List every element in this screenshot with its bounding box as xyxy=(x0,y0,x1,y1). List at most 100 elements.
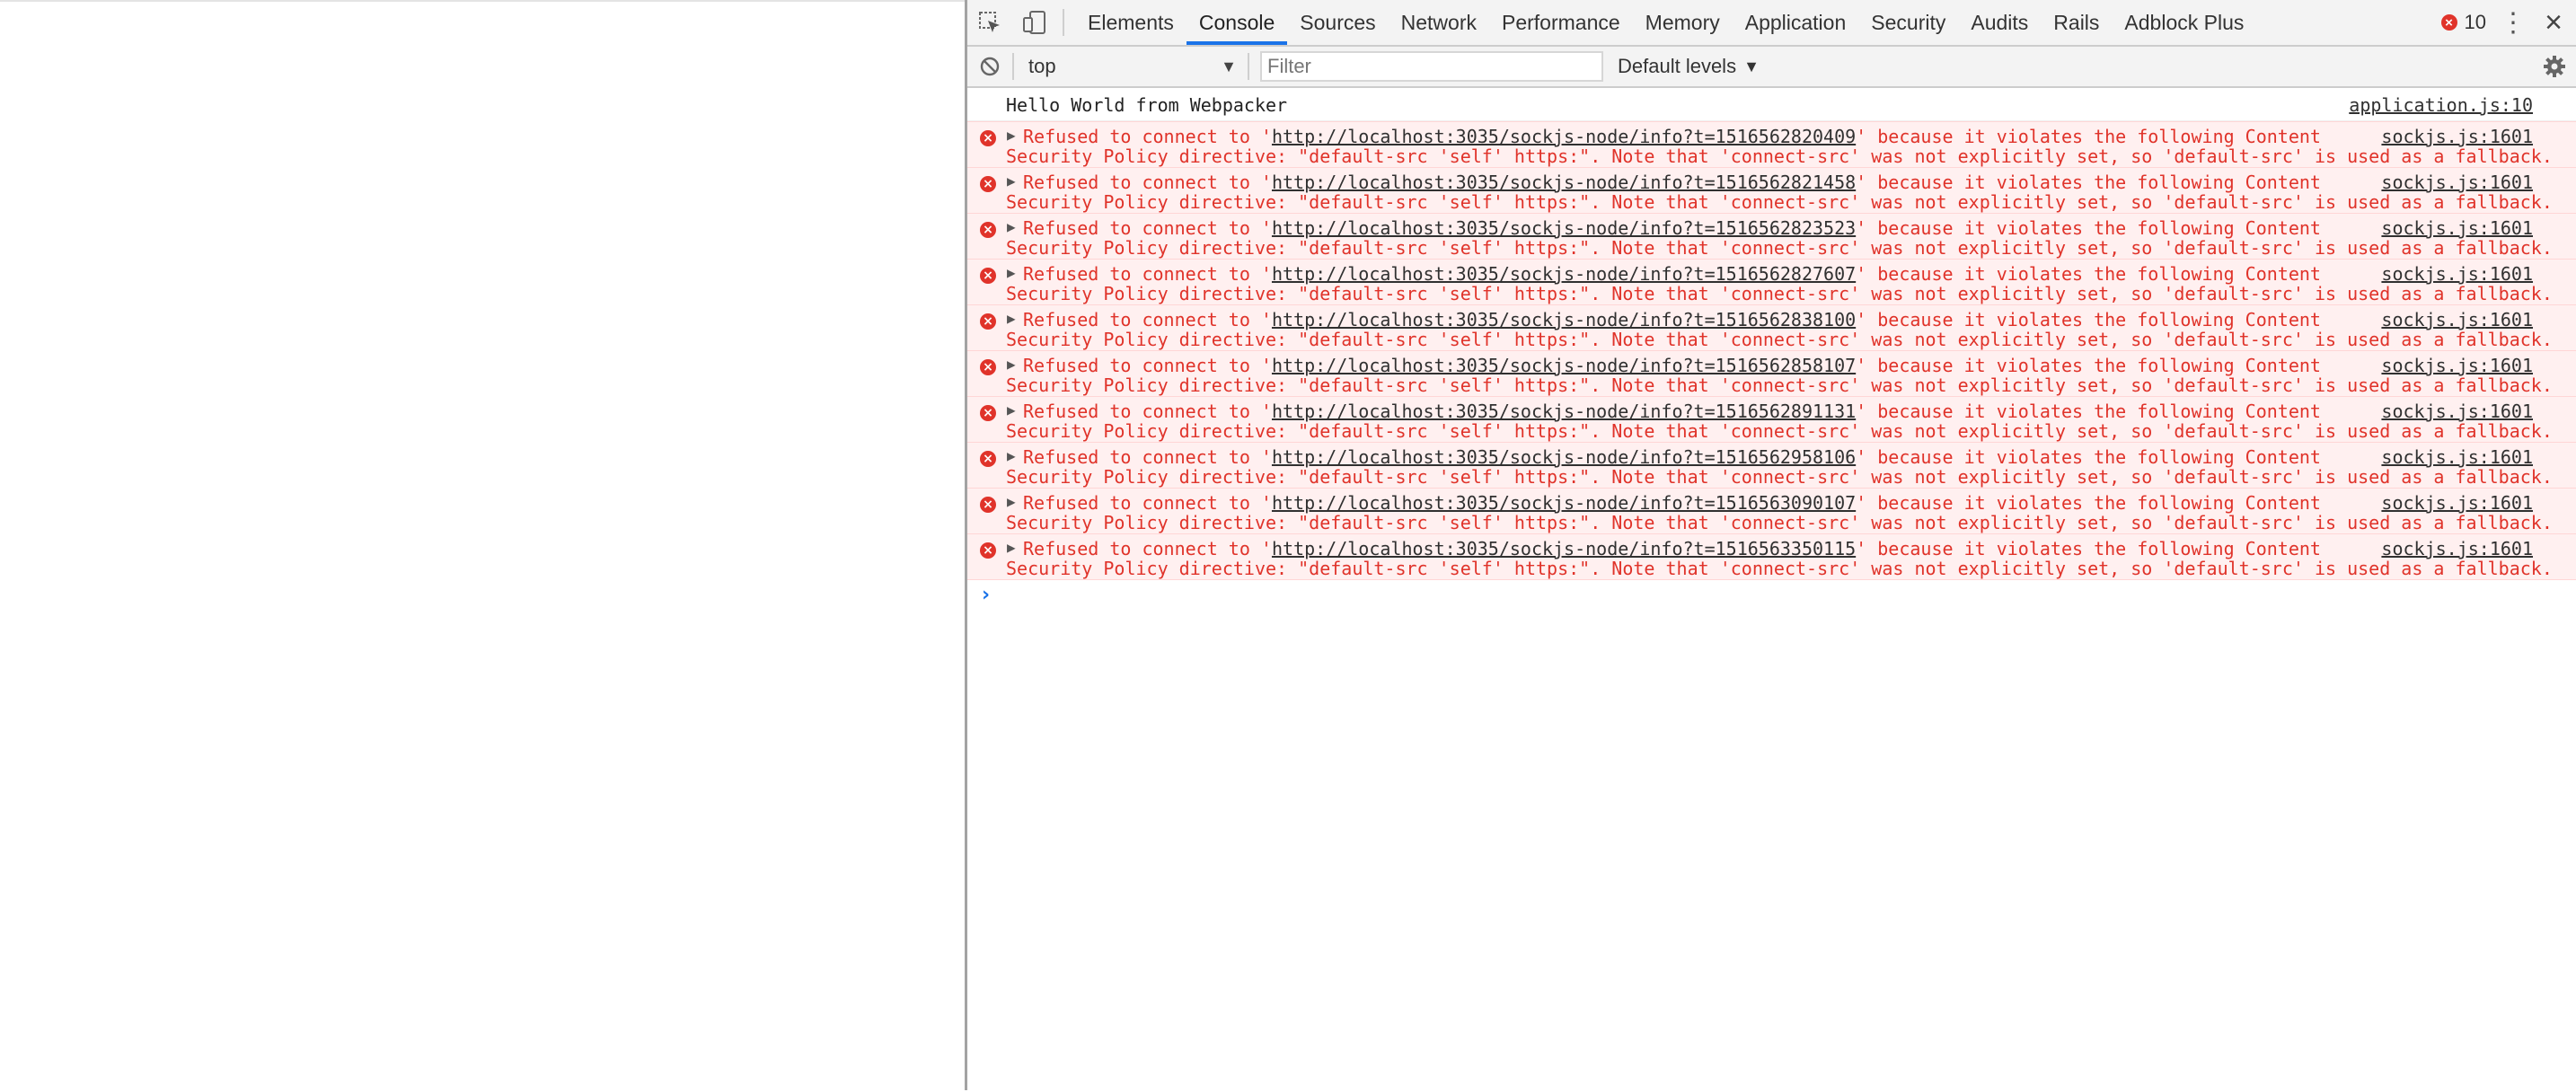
tab-sources[interactable]: Sources xyxy=(1287,0,1388,45)
error-icon: × xyxy=(980,405,996,421)
settings-gear-icon[interactable] xyxy=(2533,55,2576,78)
close-icon[interactable]: × xyxy=(2531,5,2576,40)
tab-performance[interactable]: Performance xyxy=(1489,0,1633,45)
expand-triangle-icon[interactable]: ▶ xyxy=(1007,127,1016,144)
error-prefix: Refused to connect to ' xyxy=(1023,355,1272,376)
error-suffix: ' because it violates the following Cont… xyxy=(1856,217,2321,239)
error-icon: × xyxy=(980,222,996,238)
error-url-link[interactable]: http://localhost:3035/sockjs-node/info?t… xyxy=(1272,309,1856,330)
console-error-message[interactable]: × ▶ Refused to connect to 'http://localhos… xyxy=(967,442,2576,489)
error-prefix: Refused to connect to ' xyxy=(1023,538,1272,559)
dropdown-arrow-icon: ▼ xyxy=(1743,57,1760,75)
error-suffix: ' because it violates the following Cont… xyxy=(1856,492,2321,514)
error-line-1: Refused to connect to 'http://localhost:… xyxy=(1023,492,2321,514)
console-error-message[interactable]: × ▶ Refused to connect to 'http://localhos… xyxy=(967,488,2576,534)
tab-audits[interactable]: Audits xyxy=(1958,0,2041,45)
error-url-link[interactable]: http://localhost:3035/sockjs-node/info?t… xyxy=(1272,355,1856,376)
source-link[interactable]: sockjs.js:1601 xyxy=(2381,401,2533,422)
error-line-1: Refused to connect to 'http://localhost:… xyxy=(1023,401,2321,422)
source-link[interactable]: sockjs.js:1601 xyxy=(2381,217,2533,239)
context-value: top xyxy=(1028,55,1056,77)
tab-console[interactable]: Console xyxy=(1186,0,1288,45)
error-line-2: Security Policy directive: "default-src … xyxy=(1006,329,2553,350)
source-link[interactable]: sockjs.js:1601 xyxy=(2381,126,2533,147)
error-icon: × xyxy=(980,313,996,330)
console-error-message[interactable]: × ▶ Refused to connect to 'http://localhos… xyxy=(967,533,2576,580)
expand-triangle-icon[interactable]: ▶ xyxy=(1007,493,1016,510)
error-prefix: Refused to connect to ' xyxy=(1023,126,1272,147)
log-levels-dropdown[interactable]: Default levels ▼ xyxy=(1618,55,1760,78)
source-link[interactable]: application.js:10 xyxy=(2349,94,2533,116)
toolbar-divider xyxy=(1248,53,1249,80)
console-error-message[interactable]: × ▶ Refused to connect to 'http://localhos… xyxy=(967,213,2576,260)
source-link[interactable]: sockjs.js:1601 xyxy=(2381,172,2533,193)
tab-security[interactable]: Security xyxy=(1858,0,1958,45)
console-log-message: Hello World from Webpacker application.j… xyxy=(967,88,2576,121)
error-url-link[interactable]: http://localhost:3035/sockjs-node/info?t… xyxy=(1272,217,1856,239)
device-toolbar-icon[interactable] xyxy=(1012,0,1057,45)
error-line-2: Security Policy directive: "default-src … xyxy=(1006,512,2553,533)
error-prefix: Refused to connect to ' xyxy=(1023,492,1272,514)
expand-triangle-icon[interactable]: ▶ xyxy=(1007,401,1016,418)
console-error-message[interactable]: × ▶ Refused to connect to 'http://localhos… xyxy=(967,396,2576,443)
error-url-link[interactable]: http://localhost:3035/sockjs-node/info?t… xyxy=(1272,446,1856,468)
context-selector[interactable]: top ▼ xyxy=(1014,51,1248,82)
more-options-icon[interactable]: ⋮ xyxy=(2495,7,2531,39)
error-counter[interactable]: × 10 xyxy=(2432,11,2495,34)
tab-rails[interactable]: Rails xyxy=(2041,0,2112,45)
tab-application[interactable]: Application xyxy=(1733,0,1859,45)
inspect-element-icon[interactable] xyxy=(967,0,1012,45)
expand-triangle-icon[interactable]: ▶ xyxy=(1007,218,1016,235)
source-link[interactable]: sockjs.js:1601 xyxy=(2381,355,2533,376)
error-line-2: Security Policy directive: "default-src … xyxy=(1006,466,2553,488)
devtools-tab-bar: Elements Console Sources Network Perform… xyxy=(967,0,2576,47)
error-prefix: Refused to connect to ' xyxy=(1023,309,1272,330)
source-link[interactable]: sockjs.js:1601 xyxy=(2381,263,2533,285)
tab-memory[interactable]: Memory xyxy=(1633,0,1733,45)
error-line-2: Security Policy directive: "default-src … xyxy=(1006,420,2553,442)
error-suffix: ' because it violates the following Cont… xyxy=(1856,126,2321,147)
expand-triangle-icon[interactable]: ▶ xyxy=(1007,310,1016,327)
error-prefix: Refused to connect to ' xyxy=(1023,401,1272,422)
filter-input[interactable] xyxy=(1260,51,1603,82)
error-line-1: Refused to connect to 'http://localhost:… xyxy=(1023,355,2321,376)
console-error-message[interactable]: × ▶ Refused to connect to 'http://localhos… xyxy=(967,259,2576,305)
devtools-panel: Elements Console Sources Network Perform… xyxy=(965,0,2576,1090)
error-url-link[interactable]: http://localhost:3035/sockjs-node/info?t… xyxy=(1272,401,1856,422)
source-link[interactable]: sockjs.js:1601 xyxy=(2381,492,2533,514)
tab-elements[interactable]: Elements xyxy=(1075,0,1187,45)
prompt-chevron-icon: › xyxy=(982,584,991,606)
error-line-2: Security Policy directive: "default-src … xyxy=(1006,237,2553,259)
error-suffix: ' because it violates the following Cont… xyxy=(1856,446,2321,468)
tab-adblock-plus[interactable]: Adblock Plus xyxy=(2112,0,2256,45)
source-link[interactable]: sockjs.js:1601 xyxy=(2381,309,2533,330)
error-prefix: Refused to connect to ' xyxy=(1023,172,1272,193)
error-line-1: Refused to connect to 'http://localhost:… xyxy=(1023,126,2321,147)
console-prompt[interactable]: › xyxy=(967,580,2576,616)
error-url-link[interactable]: http://localhost:3035/sockjs-node/info?t… xyxy=(1272,126,1856,147)
expand-triangle-icon[interactable]: ▶ xyxy=(1007,172,1016,189)
console-error-message[interactable]: × ▶ Refused to connect to 'http://localhos… xyxy=(967,350,2576,397)
error-prefix: Refused to connect to ' xyxy=(1023,446,1272,468)
error-line-2: Security Policy directive: "default-src … xyxy=(1006,145,2553,167)
error-icon: × xyxy=(2440,14,2457,31)
error-prefix: Refused to connect to ' xyxy=(1023,263,1272,285)
expand-triangle-icon[interactable]: ▶ xyxy=(1007,539,1016,556)
console-error-message[interactable]: × ▶ Refused to connect to 'http://localhos… xyxy=(967,167,2576,214)
expand-triangle-icon[interactable]: ▶ xyxy=(1007,447,1016,464)
source-link[interactable]: sockjs.js:1601 xyxy=(2381,446,2533,468)
error-icon: × xyxy=(980,451,996,467)
error-line-1: Refused to connect to 'http://localhost:… xyxy=(1023,446,2321,468)
expand-triangle-icon[interactable]: ▶ xyxy=(1007,356,1016,373)
source-link[interactable]: sockjs.js:1601 xyxy=(2381,538,2533,559)
expand-triangle-icon[interactable]: ▶ xyxy=(1007,264,1016,281)
tab-network[interactable]: Network xyxy=(1389,0,1489,45)
clear-console-icon[interactable] xyxy=(967,56,1012,77)
console-error-message[interactable]: × ▶ Refused to connect to 'http://localhos… xyxy=(967,304,2576,351)
error-suffix: ' because it violates the following Cont… xyxy=(1856,538,2321,559)
error-url-link[interactable]: http://localhost:3035/sockjs-node/info?t… xyxy=(1272,538,1856,559)
error-url-link[interactable]: http://localhost:3035/sockjs-node/info?t… xyxy=(1272,492,1856,514)
error-url-link[interactable]: http://localhost:3035/sockjs-node/info?t… xyxy=(1272,172,1856,193)
error-url-link[interactable]: http://localhost:3035/sockjs-node/info?t… xyxy=(1272,263,1856,285)
console-error-message[interactable]: × ▶ Refused to connect to 'http://localhos… xyxy=(967,121,2576,168)
